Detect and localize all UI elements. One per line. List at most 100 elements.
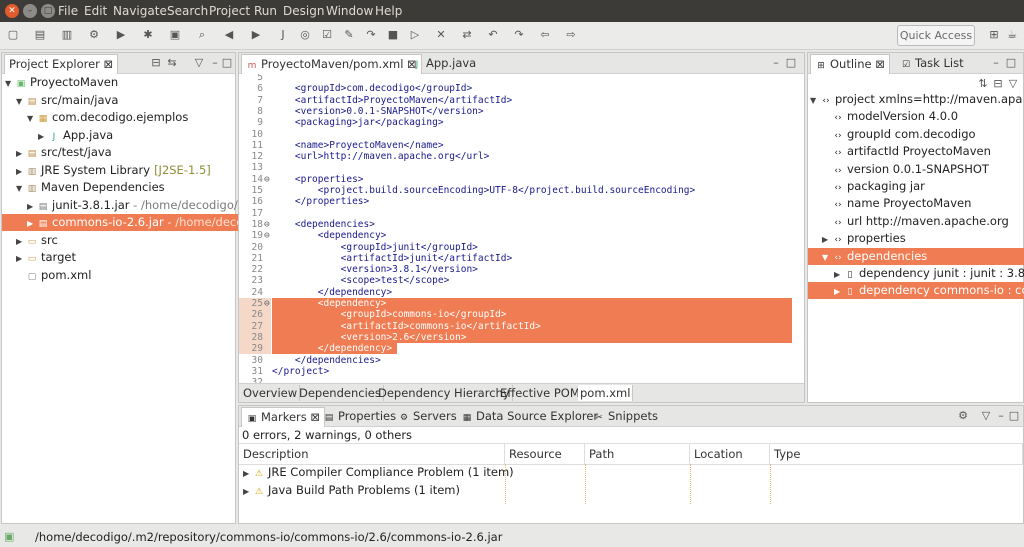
expand-right-icon[interactable]: ▶ [243,465,253,482]
tab-pom-dependencies[interactable]: Dependencies [297,385,384,401]
maximize-view-icon[interactable]: □ [220,56,234,70]
expand-right-icon[interactable]: ▶ [834,266,844,282]
outline-item[interactable]: ‹› version 0.0.1-SNAPSHOT [808,161,1024,178]
code-line[interactable]: </dependency> [272,287,392,298]
outline-item[interactable]: ‹› artifactId ProyectoMaven [808,143,1024,160]
expand-down-icon[interactable]: ▼ [5,75,15,92]
code-editor[interactable]: 56 <groupId>com.decodigo</groupId> 7 <art… [239,74,804,384]
tree-item[interactable]: ▶ ▤ junit-3.8.1.jar - /home/decodigo/.m2 [2,197,260,214]
run-icon[interactable]: ▶ [114,28,128,42]
terminate-icon[interactable]: ✕ [434,28,448,42]
link-editor-icon[interactable]: ⇆ [165,56,179,70]
code-line[interactable]: <artifactId>ProyectoMaven</artifactId> [272,95,512,106]
tab-outline[interactable]: ⊞ Outline ⊠ [810,54,890,74]
maximize-window-icon[interactable]: □ [41,4,55,18]
code-line[interactable]: <version>0.0.1-SNAPSHOT</version> [272,106,484,117]
code-line[interactable]: </dependency> [272,343,392,354]
outline-item[interactable]: ▼ ‹› project xmlns=http://maven.apache [808,91,1023,108]
sort-icon[interactable]: ⇅ [976,77,990,91]
code-line[interactable]: </dependencies> [272,355,381,366]
expand-down-icon[interactable]: ▼ [16,93,26,110]
tab-data-source-explorer[interactable]: ▦ Data Source Explorer [457,407,602,426]
minimize-view-icon[interactable]: – [769,56,783,70]
debug-icon[interactable]: ✱ [141,28,155,42]
column-header-resource[interactable]: Resource [505,444,585,464]
code-line[interactable]: <project.build.sourceEncoding>UTF-8</pro… [272,185,696,196]
back-icon[interactable]: ◀ [222,28,236,42]
outline-item[interactable]: ‹› packaging jar [808,178,1024,195]
code-line[interactable]: <scope>test</scope> [272,275,450,286]
column-header-location[interactable]: Location [690,444,770,464]
menu-design[interactable]: Design [283,4,324,18]
tree-item[interactable]: ▶ ▤ commons-io-2.6.jar - /home/decodig [2,214,261,232]
expand-down-icon[interactable]: ▼ [16,180,26,197]
forward-icon[interactable]: ▶ [249,28,263,42]
tab-pom-pom-xml[interactable]: pom.xml [578,385,634,401]
code-line[interactable]: <artifactId>commons-io</artifactId> [272,321,541,332]
nav-back-icon[interactable]: ⇦ [538,28,552,42]
menu-edit[interactable]: Edit [84,4,107,18]
step-icon[interactable]: ↷ [364,28,378,42]
outline-item[interactable]: ‹› url http://maven.apache.org [808,213,1024,230]
outline-item[interactable]: ‹› modelVersion 4.0.0 [808,108,1024,125]
expand-right-icon[interactable]: ▶ [38,128,48,145]
link-icon[interactable]: ⇄ [460,28,474,42]
expand-right-icon[interactable]: ▶ [16,163,26,180]
tab-app-java[interactable]: J App.java [407,54,480,73]
resume-icon[interactable]: ▷ [408,28,422,42]
tab-properties[interactable]: ▤ Properties [319,407,400,426]
menu-navigate[interactable]: Navigate [113,4,167,18]
outline-item[interactable]: ‹› groupId com.decodigo [808,126,1024,143]
maximize-view-icon[interactable]: □ [1007,409,1021,423]
tree-item[interactable]: ▼ ▣ ProyectoMaven [2,74,238,91]
expand-right-icon[interactable]: ▶ [243,483,253,500]
new-icon[interactable]: ▢ [6,28,20,42]
fold-toggle-icon[interactable]: ⊖ [264,174,270,185]
code-line[interactable]: <packaging>jar</packaging> [272,117,444,128]
code-line[interactable]: <url>http://maven.apache.org</url> [272,151,489,162]
tab-pom-overview[interactable]: Overview [241,385,301,401]
nav-forward-icon[interactable]: ⇨ [564,28,578,42]
undo-icon[interactable]: ↶ [486,28,500,42]
menu-window[interactable]: Window [326,4,373,18]
code-line[interactable]: <artifactId>junit</artifactId> [272,253,513,264]
code-line[interactable]: <dependency> [272,230,387,241]
expand-right-icon[interactable]: ▶ [16,145,26,162]
menu-run[interactable]: Run [254,4,277,18]
fold-toggle-icon[interactable]: ⊖ [264,298,270,309]
expand-right-icon[interactable]: ▶ [834,283,844,299]
outline-item[interactable]: ▶▯ dependency commons-io : comr [808,282,1024,300]
menu-project[interactable]: Project [209,4,250,18]
view-menu-icon[interactable]: ▽ [1006,77,1020,91]
tab-pom-xml[interactable]: m ProyectoMaven/pom.xml ⊠ [241,54,422,74]
collapse-all-icon[interactable]: ⊟ [991,77,1005,91]
tab-pom-effective-pom[interactable]: Effective POM [498,385,583,401]
outline-item[interactable]: ▶ ‹› properties [808,230,1024,247]
expand-down-icon[interactable]: ▼ [27,110,37,127]
fold-toggle-icon[interactable]: ⊖ [264,230,270,241]
minimize-view-icon[interactable]: – [994,409,1008,423]
tab-task-list[interactable]: ☑ Task List [896,54,968,73]
search-icon[interactable]: ⌕ [195,28,209,42]
view-menu-icon[interactable]: ▽ [192,56,206,70]
minimize-window-icon[interactable]: – [23,4,37,18]
quick-access-field[interactable]: Quick Access [897,25,975,46]
code-line[interactable]: <dependencies> [272,219,375,230]
print-icon[interactable]: ▥ [60,28,74,42]
task-icon[interactable]: ☑ [320,28,334,42]
code-line[interactable]: <dependency> [272,298,387,309]
build-icon[interactable]: ⚙ [87,28,101,42]
close-window-icon[interactable]: ✕ [5,4,19,18]
java-icon[interactable]: J [276,28,290,42]
expand-right-icon[interactable]: ▶ [27,215,37,232]
tree-item[interactable]: ▼ ▥ Maven Dependencies [2,179,249,196]
code-line[interactable]: </properties> [272,196,369,207]
expand-right-icon[interactable]: ▶ [822,231,832,247]
outline-item[interactable]: ‹› name ProyectoMaven [808,195,1024,212]
column-header-type[interactable]: Type [770,444,1023,464]
maximize-view-icon[interactable]: □ [784,56,798,70]
expand-down-icon[interactable]: ▼ [810,92,820,108]
outline-item[interactable]: ▶▯ dependency junit : junit : 3.8.1 : t [808,265,1024,282]
expand-right-icon[interactable]: ▶ [16,233,26,250]
open-perspective-icon[interactable]: ⊞ [987,28,1001,42]
